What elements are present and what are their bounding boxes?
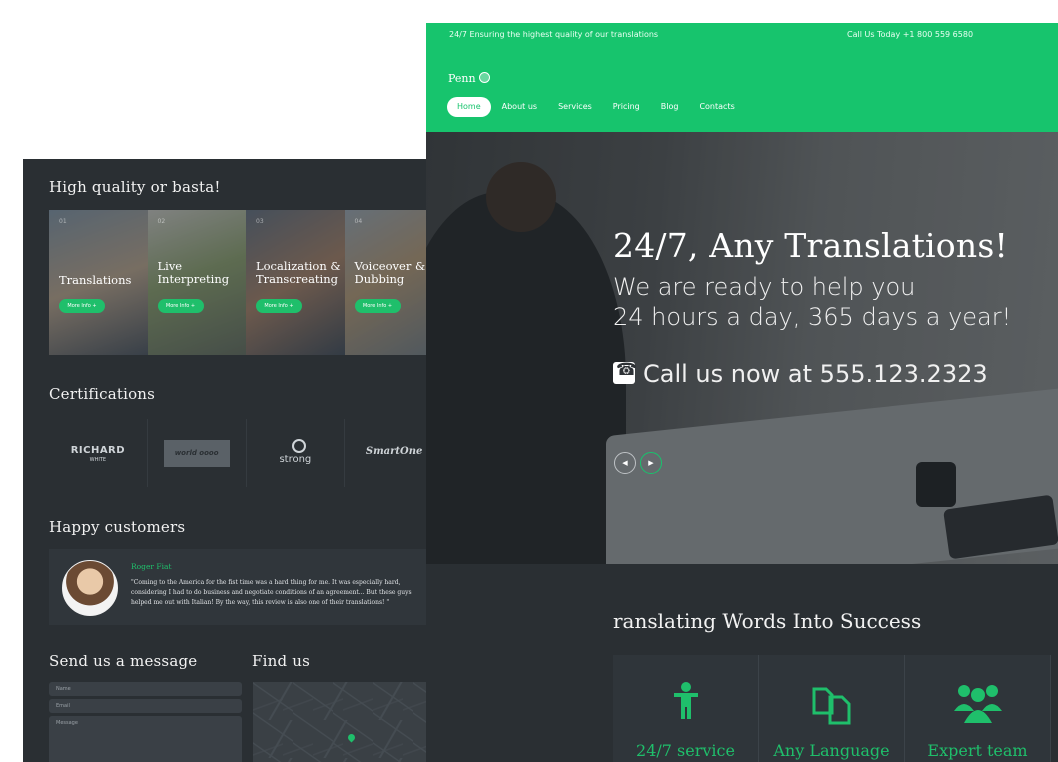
tile-number: 01	[59, 218, 67, 225]
more-info-button[interactable]: More Info +	[59, 299, 105, 313]
services-title: High quality or basta!	[49, 178, 221, 196]
section-title: ranslating Words Into Success	[613, 609, 922, 633]
hero-subtitle: We are ready to help you 24 hours a day,…	[613, 272, 1011, 332]
back-page-preview: High quality or basta! 01 Translations M…	[23, 159, 443, 762]
header: 24/7 Ensuring the highest quality of our…	[426, 23, 1058, 132]
tile-number: 03	[256, 218, 264, 225]
nav-home[interactable]: Home	[447, 97, 491, 117]
world-logo: world oooo	[148, 419, 247, 487]
feature-card: Any Language	[759, 655, 905, 762]
team-icon	[905, 681, 1050, 729]
logo-text: strong	[279, 454, 312, 465]
slider-next-button[interactable]: ▶	[640, 452, 662, 474]
find-us-title: Find us	[252, 652, 310, 670]
hero-slider: 24/7, Any Translations! We are ready to …	[426, 132, 1058, 564]
logo-text: world oooo	[174, 449, 219, 457]
nav-pricing[interactable]: Pricing	[603, 97, 650, 117]
map-pin-icon	[346, 732, 357, 743]
hero-title: 24/7, Any Translations!	[613, 226, 1008, 265]
nav-blog[interactable]: Blog	[651, 97, 689, 117]
hero-call-text: Call us now at 555.123.2323	[643, 360, 988, 388]
slider-prev-button[interactable]: ◀	[614, 452, 636, 474]
tile-title: Localization & Transcreating	[256, 259, 341, 286]
front-page-preview: 24/7 Ensuring the highest quality of our…	[426, 23, 1058, 762]
feature-label: 24/7 service	[636, 741, 735, 760]
email-field[interactable]: Email	[49, 699, 242, 713]
hero-call[interactable]: Call us now at 555.123.2323	[613, 360, 988, 388]
tile-title: Translations	[59, 273, 132, 287]
feature-card: 24/7 service	[613, 655, 759, 762]
richard-white-logo: RICHARD WHITE	[49, 419, 148, 487]
testimonial-card: Roger Fiat "Coming to the America for th…	[49, 549, 443, 625]
certification-logos: RICHARD WHITE world oooo strong SmartOne	[49, 419, 443, 487]
person-icon	[613, 681, 758, 725]
logo-globe-icon	[478, 72, 490, 83]
tile-live-interpreting[interactable]: 02 Live Interpreting More Info +	[147, 210, 246, 355]
reviewer-name: Roger Fiat	[131, 562, 172, 571]
tile-localization[interactable]: 03 Localization & Transcreating More Inf…	[246, 210, 345, 355]
logo[interactable]: Penn	[448, 72, 490, 85]
header-phone[interactable]: Call Us Today +1 800 559 6580	[847, 30, 973, 39]
tile-number: 02	[157, 218, 166, 225]
nav-about[interactable]: About us	[492, 97, 547, 117]
main-nav: Home About us Services Pricing Blog Cont…	[447, 97, 746, 117]
hero-overlay	[426, 132, 1058, 564]
review-text: "Coming to the America for the fist time…	[131, 579, 412, 606]
phone-icon	[613, 360, 637, 384]
tile-number: 04	[354, 218, 363, 225]
nav-services[interactable]: Services	[548, 97, 602, 117]
message-field[interactable]: Message	[49, 716, 242, 762]
more-info-button[interactable]: More Info +	[157, 299, 204, 313]
feature-cards: 24/7 service Any Language Expert team	[613, 655, 1058, 762]
tile-title: Live Interpreting	[157, 259, 230, 286]
logo-text: RICHARD	[70, 445, 126, 456]
logo-text: Penn	[448, 72, 476, 85]
strong-mark-icon	[291, 439, 306, 453]
certifications-title: Certifications	[49, 385, 156, 403]
hero-subtitle-line: 24 hours a day, 365 days a year!	[613, 303, 1012, 331]
message-title: Send us a message	[49, 652, 198, 670]
logo-subtext: WHITE	[89, 457, 107, 463]
more-info-button[interactable]: More Info +	[256, 299, 302, 313]
feature-card: Expert team	[905, 655, 1051, 762]
customers-title: Happy customers	[49, 518, 186, 536]
tile-translations[interactable]: 01 Translations More Info +	[49, 210, 148, 355]
service-tiles: 01 Translations More Info + 02 Live Inte…	[49, 210, 443, 355]
features-section: ranslating Words Into Success 24/7 servi…	[426, 564, 1058, 762]
name-field[interactable]: Name	[49, 682, 242, 696]
hero-subtitle-line: We are ready to help you	[613, 273, 916, 301]
nav-contacts[interactable]: Contacts	[689, 97, 744, 117]
header-tagline: 24/7 Ensuring the highest quality of our…	[449, 30, 659, 39]
feature-label: Any Language	[773, 741, 890, 760]
more-info-button[interactable]: More Info +	[354, 299, 401, 313]
map[interactable]	[253, 682, 443, 762]
feature-label: Expert team	[927, 741, 1028, 760]
documents-icon	[759, 681, 904, 729]
strong-logo: strong	[247, 419, 346, 487]
avatar	[62, 560, 118, 616]
